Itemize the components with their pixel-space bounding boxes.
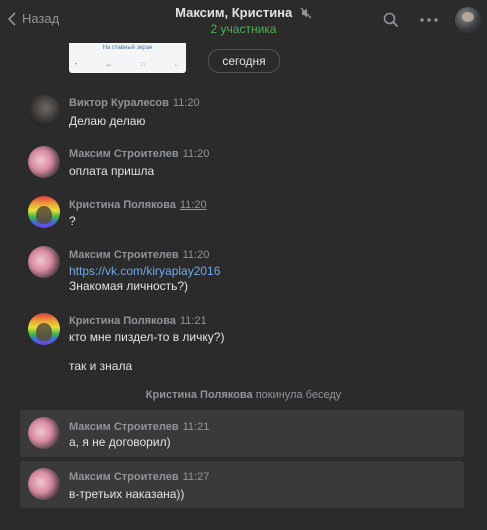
message-text: так и знала [69, 359, 133, 373]
date-badge: сегодня [208, 49, 280, 73]
message-author[interactable]: Кристина Полякова 11:20 [69, 199, 207, 211]
message-text: в-третьих наказана)) [69, 487, 185, 501]
avatar[interactable] [28, 468, 60, 500]
author-name[interactable]: Максим Строителев [69, 471, 179, 483]
chat-avatar[interactable] [455, 7, 481, 33]
attachment-nav-bar: • ↩ □ ← [75, 62, 180, 69]
avatar[interactable] [28, 246, 60, 278]
avatar[interactable] [28, 313, 60, 345]
muted-icon [300, 7, 312, 22]
message-item-selected[interactable]: Максим Строителев 11:27 в-третьих наказан… [20, 461, 464, 508]
message-time[interactable]: 11:21 [183, 421, 210, 433]
message-time[interactable]: 11:27 [183, 471, 210, 483]
message-text: оплата пришла [69, 164, 155, 178]
more-options-icon[interactable] [417, 8, 441, 32]
message-item[interactable]: Максим Строителев 11:20 оплата пришла [20, 144, 464, 184]
message-text: а, я не договорил) [69, 435, 171, 449]
author-name[interactable]: Кристина Полякова [69, 315, 176, 327]
message-item[interactable]: Кристина Полякова 11:20 ? [20, 194, 464, 234]
message-time[interactable]: 11:20 [183, 249, 210, 261]
message-time[interactable]: 11:20 [180, 199, 207, 211]
message-author[interactable]: Кристина Полякова 11:21 [69, 315, 207, 327]
avatar[interactable] [28, 196, 60, 228]
message-author[interactable]: Максим Строителев 11:20 [69, 249, 209, 261]
message-item[interactable]: Максим Строителев 11:20 https://vk.com/ki… [20, 244, 464, 298]
search-icon[interactable] [379, 8, 403, 32]
message-text: Знакомая личность?) [69, 279, 189, 293]
author-name[interactable]: Максим Строителев [69, 249, 179, 261]
chat-header: Назад Максим, Кристина 2 участника [0, 0, 487, 40]
message-author[interactable]: Максим Строителев 11:20 [69, 148, 209, 160]
message-time[interactable]: 11:21 [180, 315, 207, 327]
message-text: кто мне пиздел-то в личку?) [69, 330, 225, 344]
message-item-selected[interactable]: Максим Строителев 11:21 а, я не договорил… [20, 410, 464, 457]
message-time[interactable]: 11:20 [183, 148, 210, 160]
author-name[interactable]: Максим Строителев [69, 148, 179, 160]
message-item[interactable]: Виктор Куралесов 11:20 Делаю делаю [20, 93, 464, 133]
attachment-nav-icon: □ [140, 62, 145, 68]
attachment-preview[interactable]: На главный экран • ↩ □ ← [69, 43, 186, 73]
message-author[interactable]: Максим Строителев 11:27 [69, 471, 209, 483]
system-message-user[interactable]: Кристина Полякова [146, 389, 253, 401]
message-text: Делаю делаю [69, 114, 146, 128]
system-message-action: покинула беседу [255, 389, 342, 401]
avatar[interactable] [28, 95, 60, 127]
message-author[interactable]: Виктор Куралесов 11:20 [69, 97, 200, 109]
author-name[interactable]: Максим Строителев [69, 421, 179, 433]
author-name[interactable]: Виктор Куралесов [69, 97, 169, 109]
attachment-nav-icon: • [75, 62, 78, 68]
attachment-nav-icon: ← [173, 62, 180, 68]
avatar[interactable] [28, 146, 60, 178]
attachment-caption: На главный экран [102, 45, 153, 51]
system-message: Кристина Полякова покинула беседу [0, 389, 487, 401]
message-text: ? [69, 214, 76, 228]
message-link[interactable]: https://vk.com/kiryaplay2016 [69, 264, 220, 278]
message-time[interactable]: 11:20 [173, 97, 200, 109]
author-name[interactable]: Кристина Полякова [69, 199, 176, 211]
avatar[interactable] [28, 417, 60, 449]
chat-title-text: Максим, Кристина [175, 5, 293, 20]
attachment-nav-icon: ↩ [106, 63, 112, 69]
message-author[interactable]: Максим Строителев 11:21 [69, 421, 209, 433]
message-item[interactable]: Кристина Полякова 11:21 кто мне пиздел-то… [20, 309, 464, 373]
